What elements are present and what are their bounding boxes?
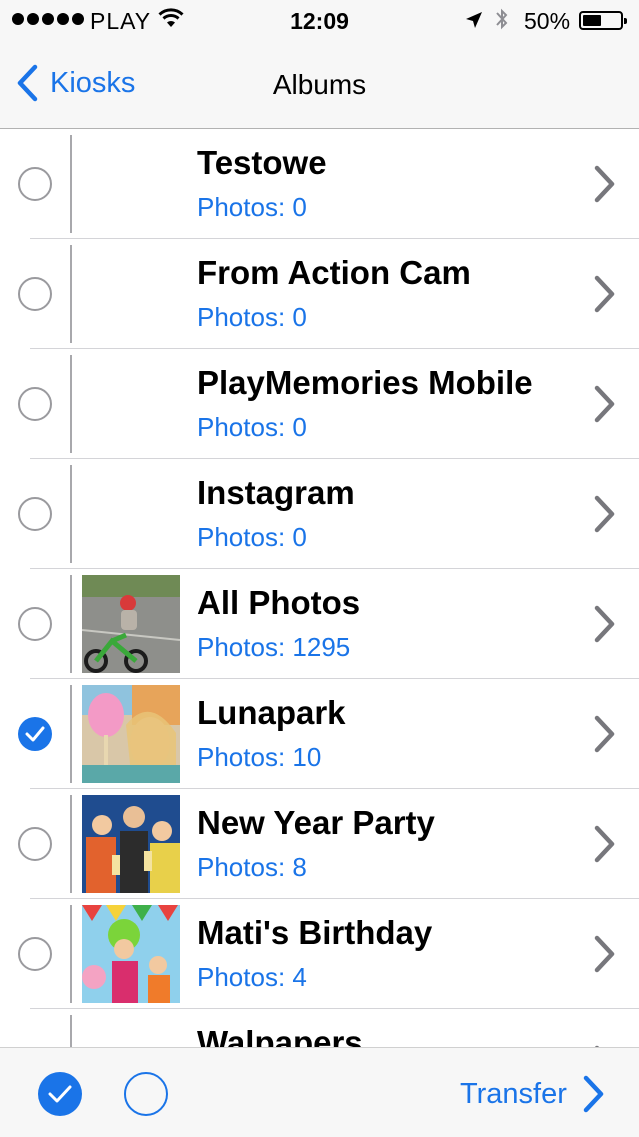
album-row[interactable]: PlayMemories Mobile Photos: 0 xyxy=(0,349,639,459)
chevron-right-icon[interactable] xyxy=(594,165,616,208)
row-divider xyxy=(70,685,72,783)
album-name: Lunapark xyxy=(197,694,346,731)
chevron-right-icon[interactable] xyxy=(594,715,616,758)
album-photo-count: Photos: 1295 xyxy=(197,632,351,662)
album-checkbox[interactable] xyxy=(18,387,52,421)
battery-percentage: 50% xyxy=(524,8,571,34)
album-row[interactable]: Instagram Photos: 0 xyxy=(0,459,639,569)
chevron-right-icon[interactable] xyxy=(594,605,616,648)
album-checkbox[interactable] xyxy=(18,937,52,971)
row-divider xyxy=(70,905,72,1003)
deselect-all-button[interactable] xyxy=(124,1072,168,1116)
status-bar: PLAY 12:09 50% xyxy=(0,0,639,40)
battery-icon xyxy=(579,11,627,30)
album-thumbnail xyxy=(82,905,180,1003)
album-name: Testowe xyxy=(197,144,327,181)
row-divider xyxy=(70,245,72,343)
checkmark-icon xyxy=(25,726,45,742)
navigation-bar: Kiosks Albums xyxy=(0,40,639,129)
album-photo-count: Photos: 0 xyxy=(197,522,307,552)
album-checkbox[interactable] xyxy=(18,827,52,861)
album-name: New Year Party xyxy=(197,804,435,841)
row-divider xyxy=(70,135,72,233)
album-name: Walpapers xyxy=(197,1024,363,1047)
album-photo-count: Photos: 0 xyxy=(197,302,307,332)
row-divider xyxy=(70,355,72,453)
album-row[interactable]: New Year Party Photos: 8 xyxy=(0,789,639,899)
album-name: Instagram xyxy=(197,474,355,511)
album-photo-count: Photos: 8 xyxy=(197,852,307,882)
chevron-right-icon[interactable] xyxy=(594,385,616,428)
album-photo-count: Photos: 10 xyxy=(197,742,322,772)
chevron-right-icon[interactable] xyxy=(594,825,616,868)
album-row[interactable]: Testowe Photos: 0 xyxy=(0,129,639,239)
album-photo-count: Photos: 4 xyxy=(197,962,307,992)
album-photo-count: Photos: 0 xyxy=(197,192,307,222)
chevron-right-icon[interactable] xyxy=(594,935,616,978)
album-row[interactable]: Mati's Birthday Photos: 4 xyxy=(0,899,639,1009)
chevron-right-icon[interactable] xyxy=(594,275,616,318)
row-divider xyxy=(70,1015,72,1047)
album-row[interactable]: All Photos Photos: 1295 xyxy=(0,569,639,679)
album-thumbnail xyxy=(82,795,180,893)
row-divider xyxy=(70,575,72,673)
album-name: Mati's Birthday xyxy=(197,914,433,951)
album-photo-count: Photos: 0 xyxy=(197,412,307,442)
album-list[interactable]: Testowe Photos: 0 From Action Cam Photos: 0… xyxy=(0,129,639,1047)
battery-level-fill xyxy=(583,15,601,26)
album-thumbnail xyxy=(82,575,180,673)
location-arrow-icon xyxy=(464,9,484,36)
album-name: From Action Cam xyxy=(197,254,471,291)
chevron-right-icon[interactable] xyxy=(594,495,616,538)
album-checkbox[interactable] xyxy=(18,607,52,641)
album-thumbnail xyxy=(82,685,180,783)
checkmark-icon xyxy=(48,1085,72,1103)
album-checkbox[interactable] xyxy=(18,497,52,531)
album-checkbox[interactable] xyxy=(18,167,52,201)
album-row[interactable]: From Action Cam Photos: 0 xyxy=(0,239,639,349)
album-checkbox-checked[interactable] xyxy=(18,717,52,751)
album-name: PlayMemories Mobile xyxy=(197,364,533,401)
page-title: Albums xyxy=(272,69,367,100)
album-checkbox[interactable] xyxy=(18,277,52,311)
chevron-right-icon xyxy=(583,1075,604,1113)
transfer-button-label: Transfer xyxy=(460,1077,567,1110)
transfer-button[interactable]: Transfer xyxy=(460,1075,605,1113)
bluetooth-icon xyxy=(494,6,510,38)
album-name: All Photos xyxy=(197,584,361,621)
row-divider xyxy=(70,795,72,893)
bottom-toolbar: Transfer xyxy=(0,1047,639,1137)
row-divider xyxy=(70,465,72,563)
album-row[interactable]: Walpapers xyxy=(0,1009,639,1047)
select-all-button[interactable] xyxy=(38,1072,82,1116)
album-row[interactable]: Lunapark Photos: 10 xyxy=(0,679,639,789)
